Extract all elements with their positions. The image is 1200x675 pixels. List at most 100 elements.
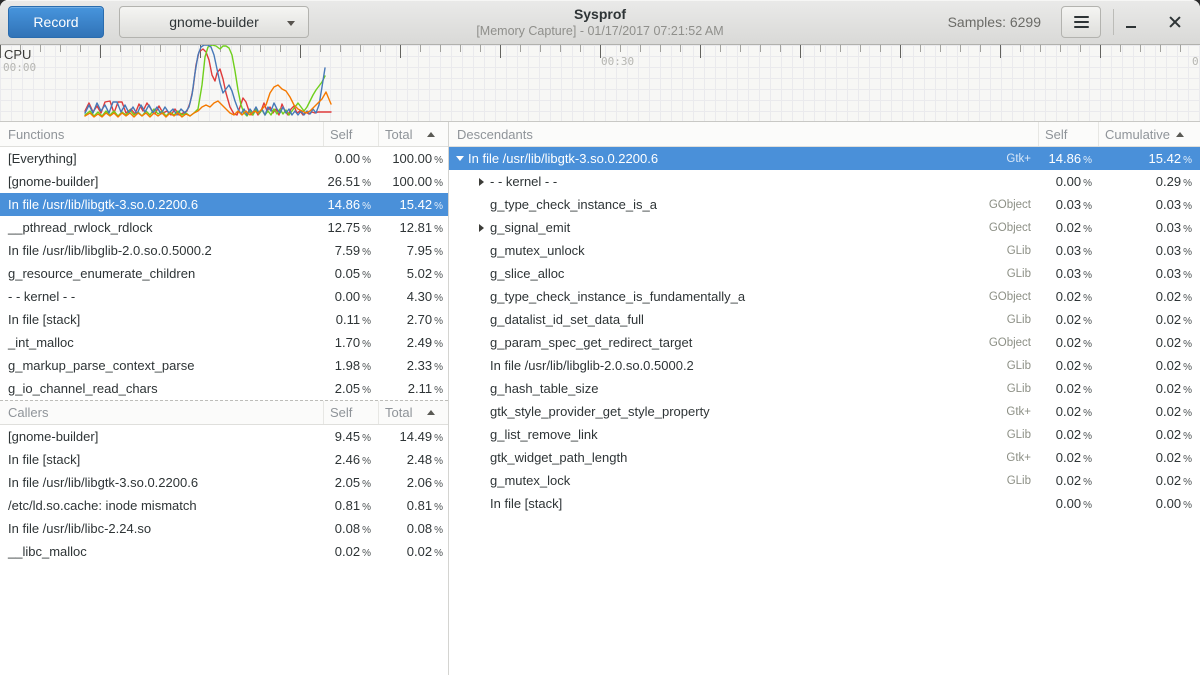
- function-name: - - kernel - -: [0, 289, 323, 304]
- self-percent: 2.46%: [323, 452, 378, 467]
- library-tag: GObject: [989, 199, 1038, 211]
- tree-row[interactable]: g_mutex_lockGLib0.02%0.02%: [449, 469, 1200, 492]
- descendant-name-cell: g_slice_allocGLib: [449, 266, 1038, 281]
- column-header-self[interactable]: Self: [323, 122, 378, 146]
- table-row[interactable]: In file /usr/lib/libgtk-3.so.0.2200.614.…: [0, 193, 448, 216]
- cumulative-percent: 0.02%: [1098, 427, 1200, 442]
- cumulative-percent: 0.00%: [1098, 496, 1200, 511]
- table-row[interactable]: In file /usr/lib/libglib-2.0.so.0.5000.2…: [0, 239, 448, 262]
- table-row[interactable]: _int_malloc1.70%2.49%: [0, 331, 448, 354]
- tree-row[interactable]: g_list_remove_linkGLib0.02%0.02%: [449, 423, 1200, 446]
- table-row[interactable]: g_io_channel_read_chars2.05%2.11%: [0, 377, 448, 400]
- process-selector-dropdown[interactable]: gnome-builder: [119, 6, 309, 38]
- table-row[interactable]: g_resource_enumerate_children0.05%5.02%: [0, 262, 448, 285]
- column-header-callers[interactable]: Callers: [0, 405, 323, 420]
- table-row[interactable]: __libc_malloc0.02%0.02%: [0, 540, 448, 563]
- tree-row[interactable]: g_type_check_instance_is_fundamentally_a…: [449, 285, 1200, 308]
- window-title-block: Sysprof [Memory Capture] - 01/17/2017 07…: [390, 5, 810, 39]
- cpu-usage-graph[interactable]: CPU 00:00 00:30 01:00: [0, 45, 1200, 122]
- self-percent: 0.02%: [1038, 450, 1098, 465]
- library-tag: GObject: [989, 337, 1038, 349]
- descendant-name-cell: gtk_style_provider_get_style_propertyGtk…: [449, 404, 1038, 419]
- tree-row[interactable]: - - kernel - -0.00%0.29%: [449, 170, 1200, 193]
- function-name: [Everything]: [0, 151, 323, 166]
- library-tag: GLib: [1007, 383, 1038, 395]
- functions-table-body: [Everything]0.00%100.00%[gnome-builder]2…: [0, 147, 448, 400]
- functions-section: Functions Self Total [Everything]0.00%10…: [0, 122, 448, 400]
- tree-row[interactable]: g_hash_table_sizeGLib0.02%0.02%: [449, 377, 1200, 400]
- column-header-total[interactable]: Total: [378, 122, 448, 146]
- table-row[interactable]: In file /usr/lib/libc-2.24.so0.08%0.08%: [0, 517, 448, 540]
- tree-row[interactable]: g_slice_allocGLib0.03%0.03%: [449, 262, 1200, 285]
- function-name: In file [stack]: [0, 452, 323, 467]
- table-row[interactable]: /etc/ld.so.cache: inode mismatch0.81%0.8…: [0, 494, 448, 517]
- library-tag: GLib: [1007, 268, 1038, 280]
- expander-closed-icon[interactable]: [475, 178, 488, 186]
- column-header-cumulative[interactable]: Cumulative: [1098, 122, 1200, 146]
- self-percent: 14.86%: [1038, 151, 1098, 166]
- record-button[interactable]: Record: [8, 6, 104, 38]
- tree-row[interactable]: g_datalist_id_set_data_fullGLib0.02%0.02…: [449, 308, 1200, 331]
- tree-row[interactable]: In file /usr/lib/libgtk-3.so.0.2200.6 Gtk…: [449, 147, 1200, 170]
- column-header-functions[interactable]: Functions: [0, 127, 323, 142]
- function-name: In file /usr/lib/libglib-2.0.so.0.5000.2: [0, 243, 323, 258]
- self-percent: 7.59%: [323, 243, 378, 258]
- table-row[interactable]: [gnome-builder]9.45%14.49%: [0, 425, 448, 448]
- total-percent: 2.33%: [378, 358, 448, 373]
- column-header-total[interactable]: Total: [378, 401, 448, 424]
- tree-row[interactable]: g_type_check_instance_is_aGObject0.03%0.…: [449, 193, 1200, 216]
- library-tag: GLib: [1007, 245, 1038, 257]
- table-row[interactable]: __pthread_rwlock_rdlock12.75%12.81%: [0, 216, 448, 239]
- callers-table-header: Callers Self Total: [0, 400, 448, 425]
- tree-row[interactable]: gtk_widget_path_lengthGtk+0.02%0.02%: [449, 446, 1200, 469]
- tree-row[interactable]: g_signal_emitGObject0.02%0.03%: [449, 216, 1200, 239]
- descendant-name: - - kernel - -: [490, 174, 557, 189]
- self-percent: 0.02%: [1038, 312, 1098, 327]
- cumulative-percent: 0.02%: [1098, 289, 1200, 304]
- library-tag: GLib: [1007, 429, 1038, 441]
- table-row[interactable]: g_markup_parse_context_parse1.98%2.33%: [0, 354, 448, 377]
- descendant-name-cell: gtk_widget_path_lengthGtk+: [449, 450, 1038, 465]
- descendant-name: In file /usr/lib/libgtk-3.so.0.2200.6: [468, 151, 658, 166]
- table-row[interactable]: In file [stack]0.11%2.70%: [0, 308, 448, 331]
- library-tag: GLib: [1007, 360, 1038, 372]
- expander-closed-icon[interactable]: [475, 224, 488, 232]
- descendants-pane: Descendants Self Cumulative In file /usr…: [449, 122, 1200, 675]
- table-row[interactable]: [Everything]0.00%100.00%: [0, 147, 448, 170]
- descendant-name: g_mutex_lock: [490, 473, 570, 488]
- close-button[interactable]: [1158, 5, 1192, 39]
- descendant-name: gtk_widget_path_length: [490, 450, 627, 465]
- tree-row[interactable]: In file /usr/lib/libglib-2.0.so.0.5000.2…: [449, 354, 1200, 377]
- expander-open-icon[interactable]: [453, 156, 466, 161]
- total-percent: 2.70%: [378, 312, 448, 327]
- time-label-start: 00:00: [3, 61, 36, 74]
- table-row[interactable]: [gnome-builder]26.51%100.00%: [0, 170, 448, 193]
- descendant-name: g_hash_table_size: [490, 381, 598, 396]
- tree-row[interactable]: g_mutex_unlockGLib0.03%0.03%: [449, 239, 1200, 262]
- tree-row[interactable]: gtk_style_provider_get_style_propertyGtk…: [449, 400, 1200, 423]
- self-percent: 0.02%: [1038, 220, 1098, 235]
- self-percent: 0.08%: [323, 521, 378, 536]
- column-header-self[interactable]: Self: [1038, 122, 1098, 146]
- descendant-name-cell: g_list_remove_linkGLib: [449, 427, 1038, 442]
- left-pane: Functions Self Total [Everything]0.00%10…: [0, 122, 449, 675]
- total-percent: 2.49%: [378, 335, 448, 350]
- descendant-name-cell: g_signal_emitGObject: [449, 220, 1038, 235]
- descendant-name-cell: g_mutex_unlockGLib: [449, 243, 1038, 258]
- tree-row[interactable]: In file [stack]0.00%0.00%: [449, 492, 1200, 515]
- minimize-button[interactable]: [1114, 5, 1148, 39]
- column-header-descendants[interactable]: Descendants: [449, 127, 1038, 142]
- table-row[interactable]: In file [stack]2.46%2.48%: [0, 448, 448, 471]
- self-percent: 0.81%: [323, 498, 378, 513]
- table-row[interactable]: In file /usr/lib/libgtk-3.so.0.2200.62.0…: [0, 471, 448, 494]
- menu-button[interactable]: [1061, 6, 1101, 38]
- column-header-self[interactable]: Self: [323, 401, 378, 424]
- sysprof-window: Record gnome-builder Sysprof [Memory Cap…: [0, 0, 1200, 675]
- self-percent: 0.03%: [1038, 266, 1098, 281]
- tree-row[interactable]: g_param_spec_get_redirect_targetGObject0…: [449, 331, 1200, 354]
- table-row[interactable]: - - kernel - -0.00%4.30%: [0, 285, 448, 308]
- cumulative-percent: 15.42%: [1098, 151, 1200, 166]
- library-tag: Gtk+: [1006, 153, 1038, 165]
- cumulative-percent: 0.29%: [1098, 174, 1200, 189]
- total-percent: 12.81%: [378, 220, 448, 235]
